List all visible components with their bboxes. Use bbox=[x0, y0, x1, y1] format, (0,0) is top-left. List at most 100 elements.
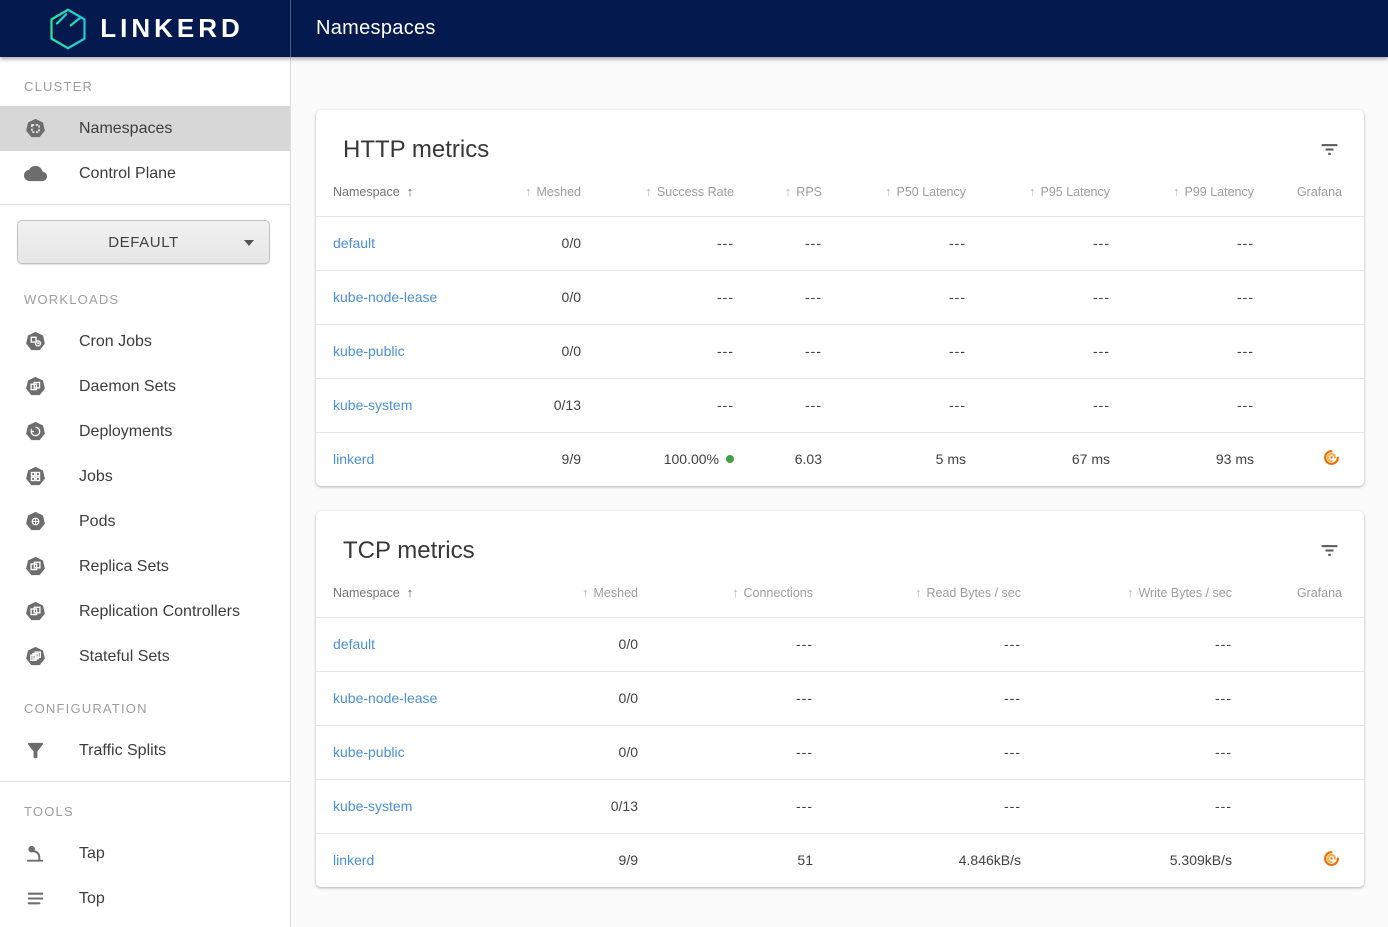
namespace-cell: linkerd bbox=[316, 432, 506, 486]
column-header-namespace[interactable]: Namespace↑ bbox=[316, 170, 506, 216]
write_bytes-cell: --- bbox=[1021, 671, 1232, 725]
sidebar-item-label: Jobs bbox=[79, 468, 113, 486]
column-header-rps[interactable]: ↑RPS bbox=[734, 170, 822, 216]
linkerd-logo[interactable]: LINKERD bbox=[0, 0, 291, 57]
replica-sets-icon bbox=[23, 555, 47, 579]
sidebar-item-replication-controllers[interactable]: Replication Controllers bbox=[0, 589, 290, 634]
grafana-cell bbox=[1254, 216, 1364, 270]
grafana-cell bbox=[1254, 378, 1364, 432]
success_rate-cell: --- bbox=[581, 378, 734, 432]
namespace-selector[interactable]: DEFAULT bbox=[17, 220, 270, 264]
sidebar-item-deployments[interactable]: Deployments bbox=[0, 409, 290, 454]
rps-cell: 6.03 bbox=[734, 432, 822, 486]
namespace-link[interactable]: kube-node-lease bbox=[333, 690, 437, 706]
p95-cell: --- bbox=[966, 324, 1110, 378]
column-header-namespace[interactable]: Namespace↑ bbox=[316, 571, 516, 617]
table-row: kube-system0/13--------- bbox=[316, 779, 1364, 833]
column-header-meshed[interactable]: ↑Meshed bbox=[516, 571, 638, 617]
sidebar-item-stateful-sets[interactable]: Stateful Sets bbox=[0, 634, 290, 679]
namespace-link[interactable]: kube-system bbox=[333, 798, 412, 814]
namespace-link[interactable]: linkerd bbox=[333, 451, 374, 467]
connections-cell: --- bbox=[638, 725, 813, 779]
sidebar-item-replica-sets[interactable]: Replica Sets bbox=[0, 544, 290, 589]
page-title: Namespaces bbox=[291, 0, 436, 57]
p50-cell: --- bbox=[822, 270, 966, 324]
sort-arrow-icon: ↑ bbox=[582, 585, 589, 600]
column-header-read-bytes-sec[interactable]: ↑Read Bytes / sec bbox=[813, 571, 1021, 617]
stateful-sets-icon bbox=[23, 645, 47, 669]
table-row: default0/0--------- bbox=[316, 617, 1364, 671]
grafana-cell bbox=[1232, 833, 1364, 887]
column-header-connections[interactable]: ↑Connections bbox=[638, 571, 813, 617]
connections-cell: --- bbox=[638, 617, 813, 671]
meshed-cell: 0/13 bbox=[516, 779, 638, 833]
filter-icon[interactable] bbox=[1316, 537, 1342, 563]
p50-cell: --- bbox=[822, 378, 966, 432]
meshed-cell: 0/0 bbox=[516, 725, 638, 779]
grafana-cell bbox=[1232, 617, 1364, 671]
column-header-success-rate[interactable]: ↑Success Rate bbox=[581, 170, 734, 216]
sidebar-item-daemon-sets[interactable]: Daemon Sets bbox=[0, 364, 290, 409]
p99-cell: --- bbox=[1110, 378, 1254, 432]
column-header-write-bytes-sec[interactable]: ↑Write Bytes / sec bbox=[1021, 571, 1232, 617]
top-icon bbox=[23, 887, 47, 911]
meshed-cell: 0/0 bbox=[506, 216, 581, 270]
sidebar-item-label: Replica Sets bbox=[79, 558, 169, 576]
sidebar-item-tap[interactable]: Tap bbox=[0, 831, 290, 876]
sidebar-item-namespaces[interactable]: Namespaces bbox=[0, 106, 290, 151]
sidebar-item-label: Namespaces bbox=[79, 120, 172, 138]
sidebar-item-traffic-splits[interactable]: Traffic Splits bbox=[0, 728, 290, 773]
sidebar-item-label: Tap bbox=[79, 845, 105, 863]
sort-arrow-icon: ↑ bbox=[407, 184, 414, 199]
linkerd-logo-icon bbox=[46, 7, 90, 51]
p50-cell: --- bbox=[822, 216, 966, 270]
app-bar: LINKERD Namespaces bbox=[0, 0, 1388, 57]
sidebar-item-pods[interactable]: Pods bbox=[0, 499, 290, 544]
namespace-link[interactable]: kube-public bbox=[333, 343, 405, 359]
sidebar-item-cron-jobs[interactable]: Cron Jobs bbox=[0, 319, 290, 364]
read_bytes-cell: --- bbox=[813, 725, 1021, 779]
column-header-p95-latency[interactable]: ↑P95 Latency bbox=[966, 170, 1110, 216]
namespace-link[interactable]: kube-public bbox=[333, 744, 405, 760]
table-row: kube-system0/13--------------- bbox=[316, 378, 1364, 432]
success_rate-cell: --- bbox=[581, 324, 734, 378]
p50-cell: --- bbox=[822, 324, 966, 378]
namespace-link[interactable]: default bbox=[333, 235, 375, 251]
filter-icon[interactable] bbox=[1316, 136, 1342, 162]
table-row: kube-node-lease0/0--------------- bbox=[316, 270, 1364, 324]
sidebar-item-top[interactable]: Top bbox=[0, 876, 290, 921]
table-row: linkerd9/9514.846kB/s5.309kB/s bbox=[316, 833, 1364, 887]
sidebar-item-jobs[interactable]: Jobs bbox=[0, 454, 290, 499]
meshed-cell: 0/0 bbox=[506, 270, 581, 324]
namespace-link[interactable]: linkerd bbox=[333, 852, 374, 868]
deployments-icon bbox=[23, 420, 47, 444]
connections-cell: --- bbox=[638, 779, 813, 833]
grafana-cell bbox=[1232, 779, 1364, 833]
http-metrics-table: Namespace↑↑Meshed↑Success Rate↑RPS↑P50 L… bbox=[316, 170, 1364, 486]
success_rate-cell: --- bbox=[581, 216, 734, 270]
namespaces-icon bbox=[23, 117, 47, 141]
write_bytes-cell: --- bbox=[1021, 725, 1232, 779]
grafana-icon[interactable] bbox=[1323, 449, 1340, 466]
http-metrics-title: HTTP metrics bbox=[316, 110, 1364, 170]
column-header-p50-latency[interactable]: ↑P50 Latency bbox=[822, 170, 966, 216]
grafana-icon[interactable] bbox=[1323, 850, 1340, 867]
connections-cell: 51 bbox=[638, 833, 813, 887]
sidebar-divider bbox=[0, 204, 290, 205]
sidebar-item-label: Top bbox=[79, 890, 105, 908]
namespace-link[interactable]: kube-system bbox=[333, 397, 412, 413]
control-plane-icon bbox=[23, 162, 47, 186]
namespace-link[interactable]: default bbox=[333, 636, 375, 652]
column-header-p99-latency[interactable]: ↑P99 Latency bbox=[1110, 170, 1254, 216]
rps-cell: --- bbox=[734, 324, 822, 378]
column-header-meshed[interactable]: ↑Meshed bbox=[506, 170, 581, 216]
tap-icon bbox=[23, 842, 47, 866]
tcp-metrics-title: TCP metrics bbox=[316, 511, 1364, 571]
grafana-cell bbox=[1254, 432, 1364, 486]
sidebar-item-control-plane[interactable]: Control Plane bbox=[0, 151, 290, 196]
namespace-cell: linkerd bbox=[316, 833, 516, 887]
p99-cell: 93 ms bbox=[1110, 432, 1254, 486]
namespace-link[interactable]: kube-node-lease bbox=[333, 289, 437, 305]
daemon-sets-icon bbox=[23, 375, 47, 399]
p95-cell: --- bbox=[966, 378, 1110, 432]
